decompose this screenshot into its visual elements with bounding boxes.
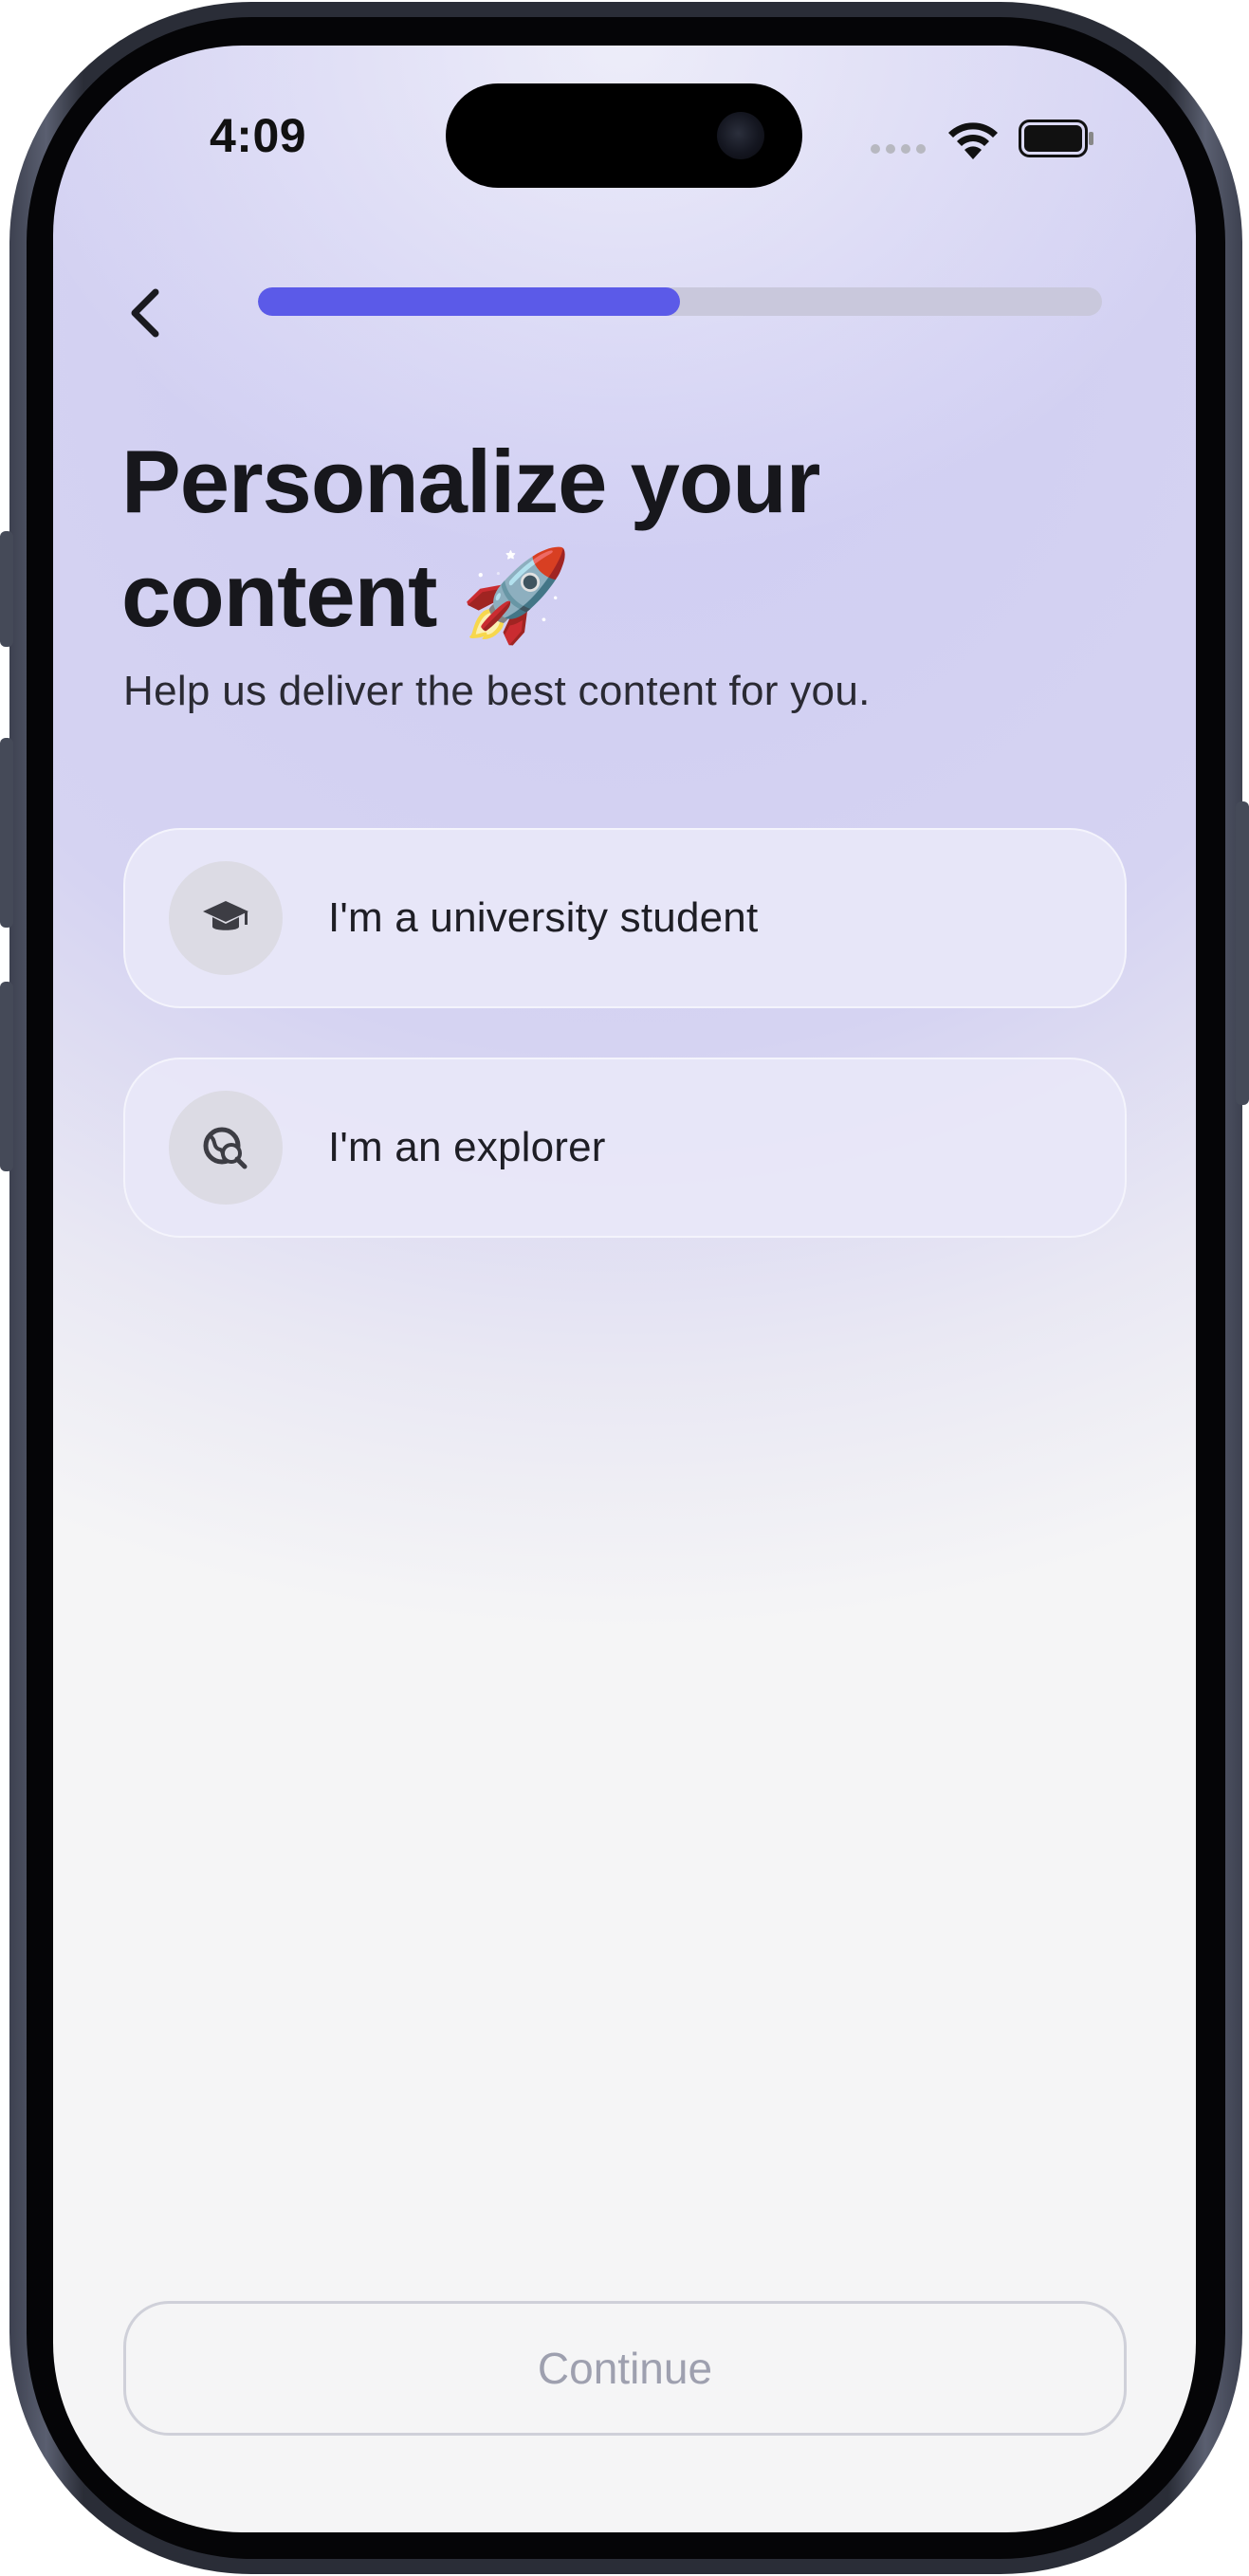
option-icon-circle xyxy=(169,861,283,975)
camera-icon xyxy=(717,112,764,159)
progress-fill xyxy=(258,287,680,316)
graduation-cap-icon xyxy=(203,901,248,930)
page-subtitle: Help us deliver the best content for you… xyxy=(123,668,871,714)
power-button xyxy=(1236,801,1249,1105)
option-label: I'm an explorer xyxy=(328,1124,606,1170)
option-university-student[interactable]: I'm a university student xyxy=(123,828,1127,1008)
globe-search-icon xyxy=(203,1127,248,1169)
rocket-emoji: 🚀 xyxy=(460,545,572,645)
action-button xyxy=(0,531,13,647)
volume-up-button xyxy=(0,738,13,928)
option-label: I'm a university student xyxy=(328,894,759,941)
progress-bar xyxy=(258,287,1102,316)
volume-down-button xyxy=(0,982,13,1171)
signal-dots-icon xyxy=(871,144,926,154)
back-button[interactable] xyxy=(108,264,184,359)
continue-button[interactable]: Continue xyxy=(123,2301,1127,2436)
option-icon-circle xyxy=(169,1091,283,1205)
status-time: 4:09 xyxy=(210,109,307,162)
dynamic-island xyxy=(446,83,802,188)
wifi-icon xyxy=(948,122,998,159)
app-screen: 4:09 Personalize your content 🚀 Help us … xyxy=(53,46,1196,2532)
option-explorer[interactable]: I'm an explorer xyxy=(123,1058,1127,1238)
page-title: Personalize your content 🚀 xyxy=(121,425,975,653)
battery-icon xyxy=(1019,120,1093,157)
chevron-left-icon xyxy=(131,288,159,338)
